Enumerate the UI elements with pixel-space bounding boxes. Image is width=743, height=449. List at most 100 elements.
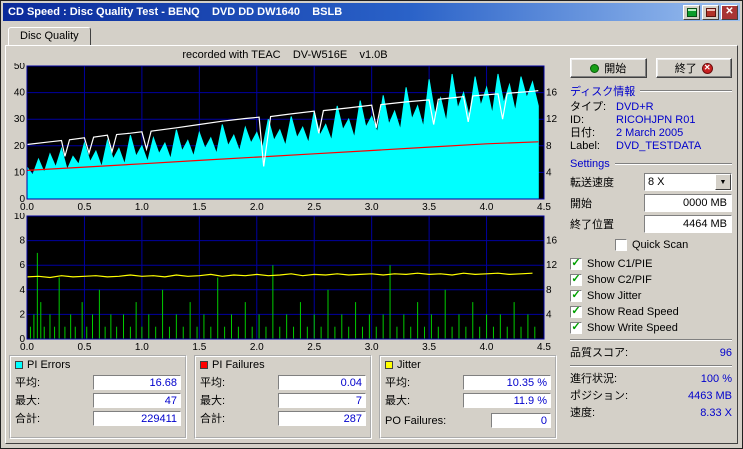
jitter-legend-swatch [385, 361, 393, 369]
svg-text:20: 20 [14, 141, 26, 152]
svg-text:4: 4 [546, 309, 552, 320]
pi-errors-statbox: PI Errors 平均: 16.68 最大: 47 合計: 229411 [9, 355, 187, 439]
disc-id-value: RICOHJPN R01 [616, 114, 696, 126]
speed-select[interactable]: 8 X ▼ [644, 173, 732, 191]
svg-text:4.0: 4.0 [480, 202, 494, 213]
red-book-icon [705, 7, 716, 17]
content-panel: recorded with TEAC DV-W516E v1.0B 0 10 20 3… [5, 45, 738, 444]
svg-text:1.5: 1.5 [192, 202, 206, 213]
svg-text:10: 10 [14, 213, 26, 222]
progress-row: 進行状況: 100 % [570, 371, 732, 388]
end-position-field[interactable]: 4464 MB [644, 215, 732, 233]
quality-score-row: 品質スコア: 96 [570, 347, 732, 359]
svg-text:40: 40 [14, 88, 26, 99]
green-book-icon [686, 7, 697, 17]
svg-text:4.0: 4.0 [480, 342, 494, 353]
checkbox-show-c1-pie[interactable]: ✓ Show C1/PIE [570, 256, 732, 271]
exit-button[interactable]: 終了 ✕ [655, 58, 732, 78]
svg-text:8: 8 [19, 236, 25, 247]
tab-disc-quality[interactable]: Disc Quality [8, 27, 91, 45]
check-icon: ✓ [571, 257, 581, 269]
po-failures-row: PO Failures: 0 [384, 412, 552, 429]
svg-text:4: 4 [19, 285, 25, 296]
exit-icon: ✕ [701, 62, 713, 74]
pi-errors-total-value: 229411 [93, 410, 181, 426]
show-read-speed-checkbox[interactable]: ✓ [570, 305, 582, 318]
speed-value: 8.33 X [700, 407, 732, 419]
svg-text:3.0: 3.0 [365, 342, 379, 353]
stat-row: 平均: 16.68 [14, 373, 182, 391]
disc-label-row: Label: DVD_TESTDATA [570, 140, 702, 152]
pi-failures-max-value: 7 [278, 392, 366, 408]
check-icon: ✓ [571, 273, 581, 285]
jitter-title: Jitter [397, 359, 421, 371]
start-position-row: 開始 0000 MB [570, 194, 732, 212]
svg-text:3.0: 3.0 [365, 202, 379, 213]
close-button[interactable]: ✕ [721, 4, 738, 20]
end-position-row: 終了位置 4464 MB [570, 215, 732, 233]
svg-text:4.5: 4.5 [537, 202, 551, 213]
statistics-row: PI Errors 平均: 16.68 最大: 47 合計: 229411 PI… [9, 355, 561, 439]
progress-value: 100 % [700, 373, 732, 385]
check-icon: ✓ [571, 305, 581, 317]
red-book-button[interactable] [702, 4, 719, 20]
svg-text:0.5: 0.5 [77, 202, 91, 213]
quick-scan-checkbox[interactable]: ✓ [615, 238, 627, 251]
svg-text:1.0: 1.0 [135, 202, 149, 213]
jitter-statbox: Jitter 平均: 10.35 % 最大: 11.9 % PO Failure… [379, 355, 557, 439]
pi-failures-average-value: 0.04 [278, 374, 366, 390]
pi-failures-total-value: 287 [278, 410, 366, 426]
show-c2-pif-checkbox[interactable]: ✓ [570, 273, 582, 286]
checkbox-show-write-speed[interactable]: ✓ Show Write Speed [570, 320, 732, 335]
checkbox-quick-scan[interactable]: ✓ Quick Scan [615, 237, 732, 252]
disc-type-row: タイプ: DVD+R [570, 101, 654, 113]
titlebar[interactable]: CD Speed : Disc Quality Test - BENQ DVD … [3, 3, 740, 21]
pi-errors-legend-swatch [15, 361, 23, 369]
show-c1-pie-checkbox[interactable]: ✓ [570, 257, 582, 270]
tab-label: Disc Quality [20, 30, 79, 42]
stat-row: 最大: 47 [14, 391, 182, 409]
svg-text:2.5: 2.5 [307, 342, 321, 353]
disc-type-value: DVD+R [616, 101, 654, 113]
svg-text:4.5: 4.5 [537, 342, 551, 353]
svg-text:2.5: 2.5 [307, 202, 321, 213]
svg-text:16: 16 [546, 236, 558, 247]
pi-failures-jitter-chart: 0 2 4 6 8 10 4 8 12 16 0.0 0.5 1.0 1.5 2.0 2.5 3.0 3.5 4.0… [9, 211, 561, 353]
chevron-down-icon[interactable]: ▼ [715, 174, 731, 190]
stat-row: 平均: 10.35 % [384, 373, 552, 391]
checkbox-show-jitter[interactable]: ✓ Show Jitter [570, 288, 732, 303]
chart-column: recorded with TEAC DV-W516E v1.0B 0 10 20 3… [9, 47, 561, 442]
svg-text:1.5: 1.5 [192, 342, 206, 353]
control-column: 開始 終了 ✕ ディスク情報 タイプ: DVD+R ID: RICOHJPN R… [561, 47, 734, 442]
stat-row: 平均: 0.04 [199, 373, 367, 391]
svg-text:1.0: 1.0 [135, 342, 149, 353]
check-icon: ✓ [571, 289, 581, 301]
jitter-average-value: 10.35 % [463, 374, 551, 390]
stat-row: 合計: 229411 [14, 409, 182, 427]
svg-text:2.0: 2.0 [250, 342, 264, 353]
svg-text:10: 10 [14, 167, 26, 178]
show-jitter-checkbox[interactable]: ✓ [570, 289, 582, 302]
checkbox-show-c2-pif[interactable]: ✓ Show C2/PIF [570, 272, 732, 287]
disc-label-value: DVD_TESTDATA [616, 140, 702, 152]
green-book-button[interactable] [683, 4, 700, 20]
svg-text:8: 8 [546, 141, 552, 152]
speed-row: 速度: 8.33 X [570, 405, 732, 422]
start-button[interactable]: 開始 [570, 58, 647, 78]
check-icon: ✓ [571, 321, 581, 333]
disc-id-row: ID: RICOHJPN R01 [570, 114, 696, 126]
start-icon [590, 63, 600, 73]
show-write-speed-checkbox[interactable]: ✓ [570, 321, 582, 334]
window-title: CD Speed : Disc Quality Test - BENQ DVD … [8, 6, 343, 18]
checkbox-show-read-speed[interactable]: ✓ Show Read Speed [570, 304, 732, 319]
jitter-max-value: 11.9 % [463, 392, 551, 408]
po-failures-value: 0 [491, 413, 551, 428]
svg-text:3.5: 3.5 [422, 202, 436, 213]
pi-errors-max-value: 47 [93, 392, 181, 408]
chart-header: recorded with TEAC DV-W516E v1.0B [182, 49, 388, 61]
pi-failures-title: PI Failures [212, 359, 265, 371]
separator [570, 365, 732, 367]
svg-text:0.0: 0.0 [20, 202, 34, 213]
start-position-field[interactable]: 0000 MB [644, 194, 732, 212]
app-window: CD Speed : Disc Quality Test - BENQ DVD … [0, 0, 743, 449]
